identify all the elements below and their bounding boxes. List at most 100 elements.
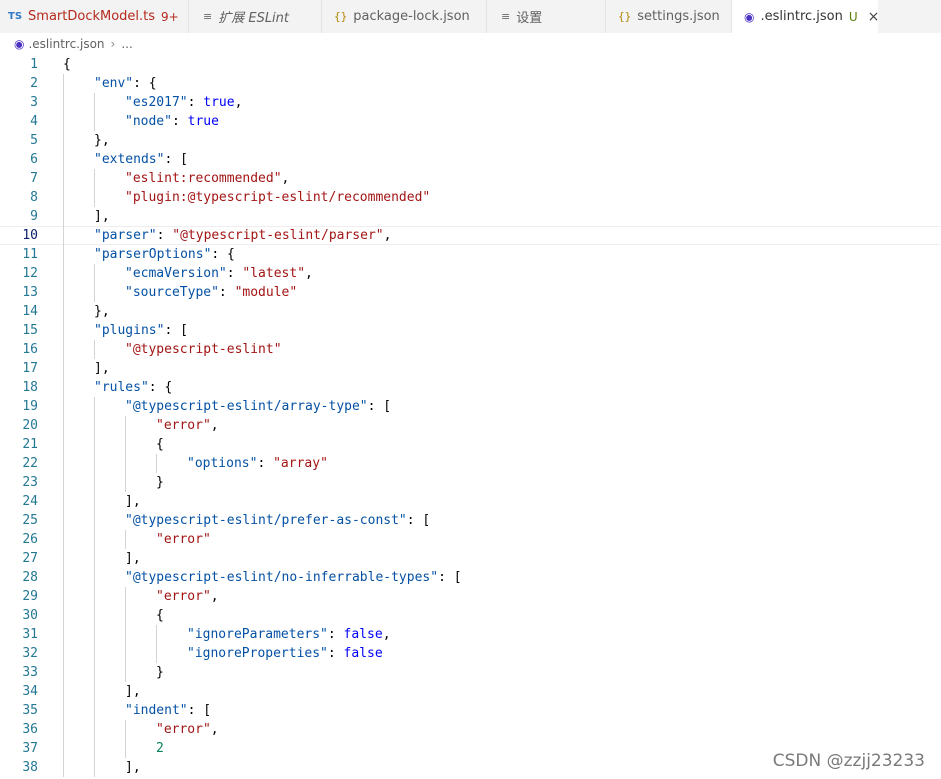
typescript-file-icon: TS [8, 11, 23, 22]
code-token: ], [125, 551, 141, 566]
code-line[interactable]: 21 { [0, 435, 941, 454]
line-number: 19 [22, 399, 38, 414]
code-line[interactable]: 18 "rules": { [0, 378, 941, 397]
code-token: "extends" [94, 152, 165, 167]
code-token: : [ [164, 323, 188, 338]
code-line[interactable]: 28 "@typescript-eslint/no-inferrable-type… [0, 568, 941, 587]
code-line[interactable]: 24], [0, 492, 941, 511]
code-line[interactable]: 34], [0, 682, 941, 701]
code-line[interactable]: 25 "@typescript-eslint/prefer-as-const": … [0, 511, 941, 530]
chevron-right-icon: › [110, 37, 116, 51]
code-token: }, [94, 133, 110, 148]
tab-label: settings.json [637, 9, 720, 24]
code-line[interactable]: 7 "eslint:recommended", [0, 169, 941, 188]
code-line[interactable]: 12 "ecmaVersion": "latest", [0, 264, 941, 283]
line-number: 27 [22, 551, 38, 566]
code-token: "@typescript-eslint/array-type" [125, 399, 368, 414]
code-token: "array" [273, 456, 328, 471]
indent-guide [94, 169, 95, 207]
code-line[interactable]: 9], [0, 207, 941, 226]
code-line[interactable]: 14}, [0, 302, 941, 321]
code-token: : { [133, 76, 157, 91]
tab-settings-ui[interactable]: ≡ 设置 [487, 0, 606, 33]
breadcrumb-symbol[interactable]: ... [121, 37, 132, 51]
code-text: "rules": { [94, 378, 172, 397]
code-line[interactable]: 6 "extends": [ [0, 150, 941, 169]
code-line[interactable]: 22 "options": "array" [0, 454, 941, 473]
code-line[interactable]: 36 "error", [0, 720, 941, 739]
code-line[interactable]: 10 "parser": "@typescript-eslint/parser", [0, 226, 941, 245]
code-line[interactable]: 19 "@typescript-eslint/array-type": [ [0, 397, 941, 416]
code-editor[interactable]: 1{2 "env": {3 "es2017": true, 4 "node": true… [0, 55, 941, 779]
code-line[interactable]: 2 "env": { [0, 74, 941, 93]
code-text: ], [94, 359, 110, 378]
code-token: "es2017" [125, 95, 188, 110]
line-number: 25 [22, 513, 38, 528]
line-number: 31 [22, 627, 38, 642]
line-number: 34 [22, 684, 38, 699]
code-line[interactable]: 32 "ignoreProperties": false [0, 644, 941, 663]
json-file-icon: {} [618, 10, 632, 23]
code-text: "@typescript-eslint/prefer-as-const": [ [125, 511, 430, 530]
line-number: 20 [22, 418, 38, 433]
tab-settings-json[interactable]: {} settings.json [606, 0, 732, 33]
code-text: "error" [156, 530, 211, 549]
code-token: : [ [438, 570, 462, 585]
line-number: 38 [22, 760, 38, 775]
code-line[interactable]: 30 { [0, 606, 941, 625]
line-number: 11 [22, 247, 38, 262]
code-line[interactable]: 5}, [0, 131, 941, 150]
code-token: "error" [156, 532, 211, 547]
tab-package-lock[interactable]: {} package-lock.json [322, 0, 487, 33]
code-line[interactable]: 26 "error" [0, 530, 941, 549]
code-line[interactable]: 27], [0, 549, 941, 568]
code-line[interactable]: 23} [0, 473, 941, 492]
code-token: : [ [187, 703, 212, 718]
code-line[interactable]: 4 "node": true [0, 112, 941, 131]
code-line[interactable]: 31 "ignoreParameters": false, [0, 625, 941, 644]
code-text: "node": true [125, 112, 219, 131]
code-text: "eslint:recommended", [125, 169, 289, 188]
code-token: "latest" [242, 266, 306, 281]
tab-label: 设置 [516, 11, 543, 26]
code-token: , [210, 589, 219, 604]
code-text: }, [94, 131, 110, 150]
code-line[interactable]: 20 "error", [0, 416, 941, 435]
code-token: : [218, 285, 235, 300]
code-text: ], [125, 549, 141, 568]
code-token: : { [211, 247, 235, 262]
code-token: : [327, 627, 344, 642]
code-line[interactable]: 1{ [0, 55, 941, 74]
code-token: ], [94, 361, 110, 376]
line-number: 17 [22, 361, 38, 376]
line-number: 10 [22, 228, 38, 243]
code-line[interactable]: 15 "plugins": [ [0, 321, 941, 340]
line-number: 32 [22, 646, 38, 661]
tab-eslint-extension[interactable]: ≡ 扩展 ESLint [189, 0, 322, 33]
code-line[interactable]: 11 "parserOptions": { [0, 245, 941, 264]
code-line[interactable]: 13 "sourceType": "module" [0, 283, 941, 302]
code-line[interactable]: 3 "es2017": true, [0, 93, 941, 112]
code-line[interactable]: 35 "indent": [ [0, 701, 941, 720]
breadcrumb-file[interactable]: .eslintrc.json [28, 37, 104, 51]
code-token: , [210, 418, 219, 433]
code-token: { [63, 57, 71, 72]
code-line[interactable]: 16 "@typescript-eslint" [0, 340, 941, 359]
code-token: , [382, 627, 391, 642]
code-token: ], [125, 760, 141, 775]
line-number: 26 [22, 532, 38, 547]
code-line[interactable]: 8 "plugin:@typescript-eslint/recommended" [0, 188, 941, 207]
code-line[interactable]: 29 "error", [0, 587, 941, 606]
tab-smartdockmodel[interactable]: TS SmartDockModel.ts 9+ [0, 0, 189, 33]
close-icon[interactable]: × [868, 9, 878, 25]
code-line[interactable]: 17], [0, 359, 941, 378]
code-token: false [343, 646, 383, 661]
code-line[interactable]: 33} [0, 663, 941, 682]
code-text: ], [125, 758, 141, 777]
code-text: "@typescript-eslint/no-inferrable-types"… [125, 568, 462, 587]
json-file-icon: {} [334, 10, 348, 23]
code-token: "env" [94, 76, 134, 91]
tab-eslintrc[interactable]: ◉ .eslintrc.json U × [732, 0, 878, 33]
code-token: ], [125, 494, 141, 509]
line-number: 23 [22, 475, 38, 490]
